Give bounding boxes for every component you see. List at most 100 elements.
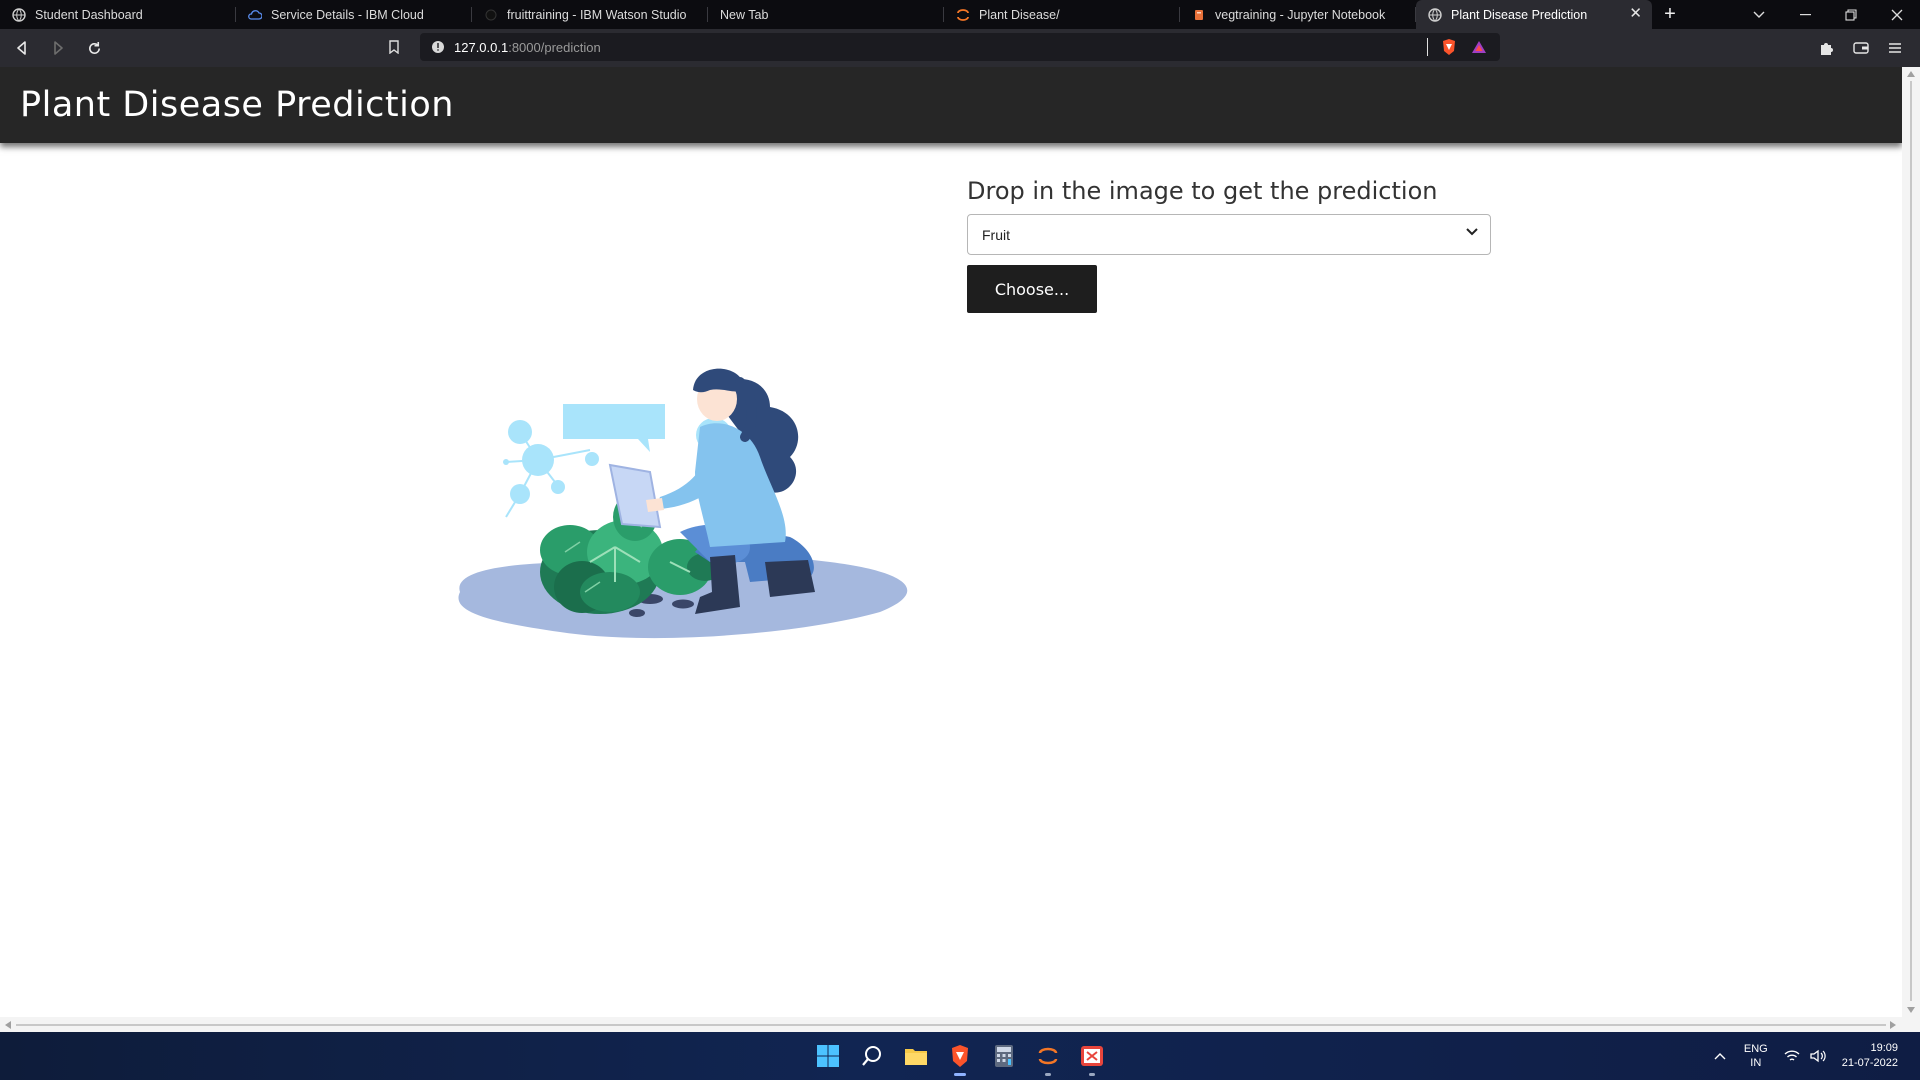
restore-icon: [1845, 8, 1857, 21]
window-controls: [1736, 0, 1920, 29]
brave-browser-button[interactable]: [944, 1040, 976, 1076]
scroll-down-icon[interactable]: [1907, 1007, 1915, 1013]
snipping-tool-button[interactable]: [1076, 1040, 1108, 1076]
region-code: IN: [1750, 1057, 1762, 1069]
close-window-button[interactable]: [1874, 0, 1920, 29]
bookmark-icon[interactable]: [388, 40, 400, 54]
restore-button[interactable]: [1828, 0, 1874, 29]
chevron-down-icon: [1466, 228, 1478, 236]
search-icon: [862, 1046, 881, 1066]
forward-arrow-icon: [54, 41, 63, 55]
minimize-icon: [1799, 13, 1811, 15]
page-header: Plant Disease Prediction: [0, 67, 1902, 143]
globe-icon: [12, 7, 26, 22]
omnibox-actions: [1427, 36, 1490, 58]
back-arrow-icon: [17, 41, 26, 55]
brave-rewards-icon[interactable]: [1468, 36, 1490, 58]
chevron-down-icon: [1753, 11, 1765, 18]
tab-watson-studio[interactable]: fruittraining - IBM Watson Studio: [472, 0, 708, 29]
tab-new-tab[interactable]: New Tab: [708, 0, 944, 29]
close-tab-icon[interactable]: ✕: [1629, 6, 1642, 22]
calculator-button[interactable]: [988, 1040, 1020, 1072]
brave-shields-icon[interactable]: [1438, 36, 1460, 58]
watson-icon: [485, 9, 497, 20]
back-button[interactable]: [8, 34, 36, 62]
category-select[interactable]: Fruit: [967, 214, 1491, 255]
reload-icon: [88, 41, 100, 54]
show-hidden-icons-button[interactable]: [1714, 1047, 1726, 1065]
tab-search-button[interactable]: [1736, 0, 1782, 29]
quick-settings[interactable]: [1784, 1049, 1826, 1063]
jupyter-taskbar-button[interactable]: [1032, 1040, 1064, 1076]
tab-title: vegtraining - Jupyter Notebook: [1215, 7, 1386, 22]
snipping-tool-icon: [1081, 1046, 1103, 1066]
notebook-icon: [1195, 9, 1203, 20]
horizontal-scrollbar[interactable]: [0, 1017, 1920, 1032]
info-icon[interactable]: [431, 40, 445, 54]
scroll-left-icon[interactable]: [5, 1021, 11, 1029]
url-path: :8000/prediction: [508, 39, 601, 55]
vertical-scrollbar[interactable]: [1902, 67, 1920, 1017]
cloud-icon: [248, 9, 262, 20]
scroll-up-icon[interactable]: [1907, 71, 1915, 77]
puzzle-icon: [1821, 43, 1833, 55]
wifi-icon: [1784, 1049, 1800, 1061]
plus-icon: +: [1664, 3, 1676, 25]
toolbar-right: [1816, 37, 1906, 59]
menu-button[interactable]: [1884, 37, 1906, 59]
scroll-thumb[interactable]: [1910, 81, 1912, 1001]
system-tray: ENG IN 19:09 21-07-2022: [1714, 1032, 1920, 1080]
globe-icon: [1428, 7, 1442, 22]
tab-title: Service Details - IBM Cloud: [271, 7, 424, 22]
tab-title: New Tab: [720, 7, 769, 22]
gardener-illustration: [458, 368, 908, 639]
choose-file-button[interactable]: Choose...: [967, 265, 1097, 313]
choose-button-label: Choose...: [994, 279, 1070, 299]
page-title: Plant Disease Prediction: [20, 85, 454, 125]
tab-title: Student Dashboard: [35, 7, 143, 22]
url-text: 127.0.0.1:8000/prediction: [454, 40, 601, 55]
web-page: Plant Disease Prediction Drop in the ima…: [0, 67, 1902, 1017]
prediction-form: Drop in the image to get the prediction …: [967, 177, 1491, 313]
brave-icon: [952, 1045, 968, 1067]
volume-icon: [1810, 1049, 1826, 1063]
address-bar[interactable]: 127.0.0.1:8000/prediction: [389, 33, 1500, 61]
browser-toolbar: 127.0.0.1:8000/prediction: [0, 29, 1920, 67]
time-text: 19:09: [1870, 1042, 1898, 1054]
file-explorer-button[interactable]: [900, 1040, 932, 1072]
tab-vegtraining-notebook[interactable]: vegtraining - Jupyter Notebook: [1180, 0, 1416, 29]
tab-title: Plant Disease/: [979, 7, 1060, 22]
close-icon: [1891, 9, 1903, 20]
start-button[interactable]: [812, 1040, 844, 1072]
tab-plant-disease-folder[interactable]: Plant Disease/: [944, 0, 1180, 29]
clock[interactable]: 19:09 21-07-2022: [1842, 1041, 1898, 1071]
minimize-button[interactable]: [1782, 0, 1828, 29]
new-tab-button[interactable]: +: [1652, 0, 1688, 29]
select-value: Fruit: [982, 226, 1010, 243]
browser-tab-strip: Student Dashboard Service Details - IBM …: [0, 0, 1920, 29]
date-text: 21-07-2022: [1841, 1057, 1898, 1069]
tab-title: fruittraining - IBM Watson Studio: [507, 7, 687, 22]
wallet-button[interactable]: [1850, 37, 1872, 59]
tab-ibm-cloud[interactable]: Service Details - IBM Cloud: [236, 0, 472, 29]
tab-plant-disease-prediction[interactable]: Plant Disease Prediction ✕: [1416, 0, 1652, 29]
search-button[interactable]: [856, 1040, 888, 1072]
windows-icon: [817, 1045, 839, 1067]
wallet-icon: [1853, 42, 1869, 54]
extensions-button[interactable]: [1816, 37, 1838, 59]
folder-icon: [905, 1049, 927, 1065]
hscroll-thumb[interactable]: [16, 1024, 1886, 1026]
calculator-icon: [995, 1045, 1013, 1067]
tab-student-dashboard[interactable]: Student Dashboard: [0, 0, 236, 29]
language-code: ENG: [1743, 1043, 1768, 1055]
form-heading: Drop in the image to get the prediction: [967, 177, 1438, 205]
scroll-right-icon[interactable]: [1890, 1021, 1896, 1029]
language-indicator[interactable]: ENG IN: [1744, 1042, 1768, 1070]
chevron-up-icon: [1714, 1053, 1726, 1060]
tab-title: Plant Disease Prediction: [1451, 7, 1588, 22]
url-host: 127.0.0.1: [454, 39, 509, 55]
reload-button[interactable]: [80, 34, 108, 62]
forward-button[interactable]: [44, 34, 72, 62]
jupyter-icon: [1038, 1047, 1058, 1065]
jupyter-icon: [957, 8, 969, 21]
